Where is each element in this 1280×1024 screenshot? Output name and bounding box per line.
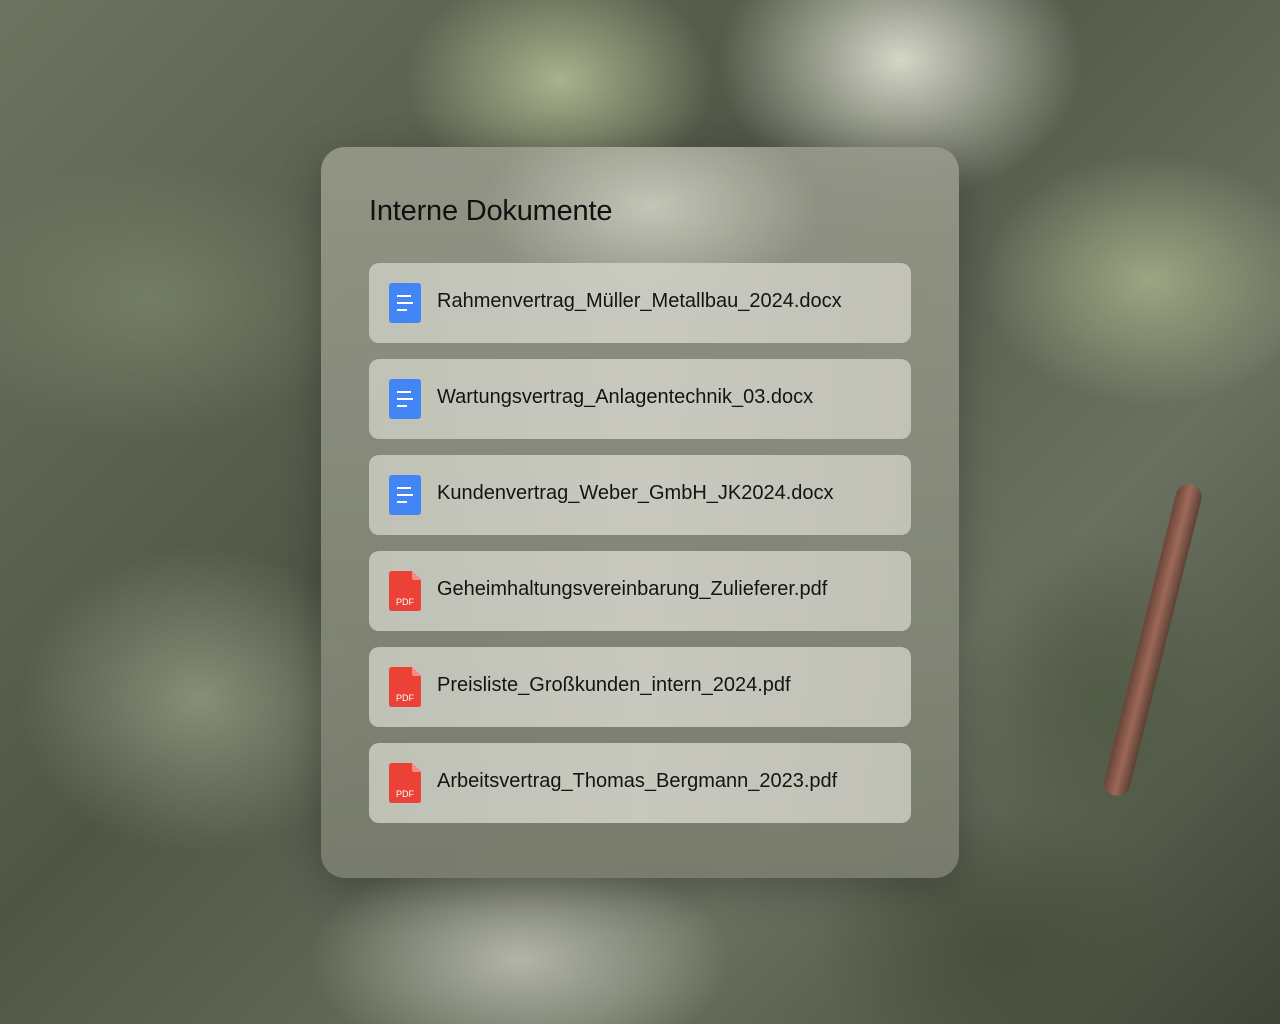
file-item-geheimhaltungsvereinbarung[interactable]: PDF Geheimhaltungsvereinbarung_Zuliefere… xyxy=(369,551,911,631)
panel-title: Interne Dokumente xyxy=(369,195,613,227)
pdf-icon: PDF xyxy=(389,763,421,803)
file-name: Kundenvertrag_Weber_GmbH_JK2024.docx xyxy=(437,482,834,504)
file-name: Wartungsvertrag_Anlagentechnik_03.docx xyxy=(437,386,814,408)
file-name: Geheimhaltungsvereinbarung_Zulieferer.pd… xyxy=(437,578,828,600)
pdf-icon: PDF xyxy=(389,667,421,707)
file-item-rahmenvertrag[interactable]: Rahmenvertrag_Müller_Metallbau_2024.docx xyxy=(369,263,911,343)
file-name: Arbeitsvertrag_Thomas_Bergmann_2023.pdf xyxy=(437,770,838,792)
file-item-preisliste[interactable]: PDF Preisliste_Großkunden_intern_2024.pd… xyxy=(369,647,911,727)
svg-text:PDF: PDF xyxy=(396,789,415,799)
file-item-kundenvertrag[interactable]: Kundenvertrag_Weber_GmbH_JK2024.docx xyxy=(369,455,911,535)
file-name: Rahmenvertrag_Müller_Metallbau_2024.docx xyxy=(437,290,842,312)
file-item-arbeitsvertrag[interactable]: PDF Arbeitsvertrag_Thomas_Bergmann_2023.… xyxy=(369,743,911,823)
svg-text:PDF: PDF xyxy=(396,597,415,607)
doc-icon xyxy=(389,379,421,419)
svg-text:PDF: PDF xyxy=(396,693,415,703)
file-list: Rahmenvertrag_Müller_Metallbau_2024.docx… xyxy=(369,263,911,839)
pdf-icon: PDF xyxy=(389,571,421,611)
doc-icon xyxy=(389,475,421,515)
documents-panel: Interne Dokumente Rahmenvertrag_Müller_M… xyxy=(321,147,959,878)
doc-icon xyxy=(389,283,421,323)
file-name: Preisliste_Großkunden_intern_2024.pdf xyxy=(437,674,791,696)
file-item-wartungsvertrag[interactable]: Wartungsvertrag_Anlagentechnik_03.docx xyxy=(369,359,911,439)
